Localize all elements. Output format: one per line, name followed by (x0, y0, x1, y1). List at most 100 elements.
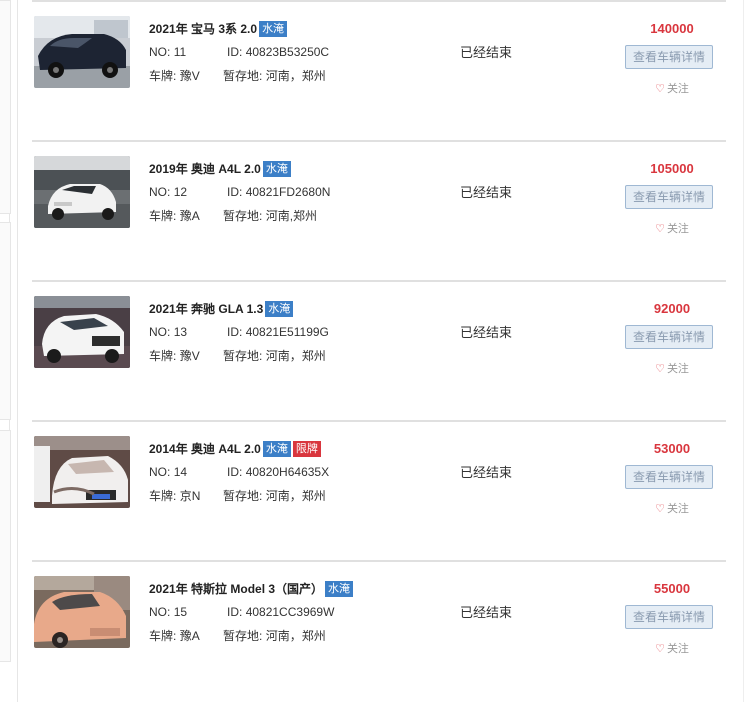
car-id: 40820H64635X (245, 465, 330, 479)
auction-status: 已经结束 (460, 45, 513, 60)
car-id: 40821E51199G (245, 325, 329, 339)
car-location-row: 车牌: 豫A 暂存地: 河南，郑州 (149, 628, 353, 644)
storage-label: 暂存地: (223, 629, 263, 643)
car-listing-item: 2021年 特斯拉 Model 3（国产） 水淹 NO: 15 ID: 40821C… (32, 560, 726, 700)
no-label: NO: (149, 45, 171, 59)
car-id: 40821CC3969W (245, 605, 335, 619)
view-details-button[interactable]: 查看车辆详情 (625, 325, 713, 349)
plate-value: 豫A (179, 209, 200, 223)
car-listing-item: 2021年 宝马 3系 2.0 水淹 NO: 11 ID: 40823B53250C… (32, 0, 726, 140)
view-details-button[interactable]: 查看车辆详情 (625, 465, 713, 489)
storage-location: 河南，郑州 (265, 349, 326, 363)
car-title[interactable]: 2014年 奥迪 A4L 2.0 水淹 限牌 (149, 440, 329, 458)
follow-button[interactable]: ♡ 关注 (627, 80, 717, 96)
car-location-row: 车牌: 京N 暂存地: 河南，郑州 (149, 488, 329, 504)
car-title[interactable]: 2021年 宝马 3系 2.0 水淹 (149, 20, 329, 38)
flood-damage-tag: 水淹 (259, 21, 288, 37)
car-info: 2021年 奔驰 GLA 1.3 水淹 NO: 13 ID: 40821E51199… (149, 300, 329, 364)
storage-label: 暂存地: (223, 349, 263, 363)
follow-button[interactable]: ♡ 关注 (627, 220, 717, 236)
car-title[interactable]: 2019年 奥迪 A4L 2.0 水淹 (149, 160, 330, 178)
view-details-button[interactable]: 查看车辆详情 (625, 605, 713, 629)
storage-label: 暂存地: (223, 209, 263, 223)
heart-outline-icon: ♡ (655, 223, 665, 235)
no-label: NO: (149, 605, 171, 619)
lot-number: 13 (173, 325, 188, 339)
no-label: NO: (149, 325, 171, 339)
follow-label: 关注 (666, 643, 689, 655)
car-price: 55000 (653, 581, 691, 596)
flood-damage-tag: 水淹 (262, 441, 291, 457)
car-title-text[interactable]: 2021年 宝马 3系 2.0 (149, 22, 257, 36)
follow-label: 关注 (666, 363, 689, 375)
lot-number: 14 (173, 465, 188, 479)
car-title-text[interactable]: 2021年 奔驰 GLA 1.3 (149, 302, 263, 316)
storage-location: 河南,郑州 (265, 209, 318, 223)
car-title[interactable]: 2021年 奔驰 GLA 1.3 水淹 (149, 300, 329, 318)
flood-damage-tag: 水淹 (262, 161, 291, 177)
car-photo[interactable] (34, 296, 130, 368)
car-price: 105000 (650, 161, 694, 176)
follow-label: 关注 (666, 83, 689, 95)
storage-label: 暂存地: (223, 69, 263, 83)
follow-button[interactable]: ♡ 关注 (627, 500, 717, 516)
car-photo[interactable] (34, 436, 130, 508)
car-title-text[interactable]: 2019年 奥迪 A4L 2.0 (149, 162, 261, 176)
frame-divider-right (743, 0, 744, 702)
lot-number: 12 (173, 185, 188, 199)
heart-outline-icon: ♡ (655, 503, 665, 515)
id-label: ID: (227, 465, 243, 479)
lot-number: 11 (173, 45, 187, 59)
auction-status: 已经结束 (460, 605, 513, 620)
id-label: ID: (227, 605, 243, 619)
car-title-text[interactable]: 2014年 奥迪 A4L 2.0 (149, 442, 261, 456)
view-details-button[interactable]: 查看车辆详情 (625, 185, 713, 209)
id-label: ID: (227, 185, 243, 199)
follow-label: 关注 (666, 503, 689, 515)
follow-button[interactable]: ♡ 关注 (627, 640, 717, 656)
plate-label: 车牌: (149, 489, 177, 503)
plate-label: 车牌: (149, 209, 177, 223)
view-details-button[interactable]: 查看车辆详情 (625, 45, 713, 69)
auction-status: 已经结束 (460, 465, 513, 480)
car-price: 140000 (650, 21, 694, 36)
auction-car-list: 2021年 宝马 3系 2.0 水淹 NO: 11 ID: 40823B53250C… (32, 0, 726, 700)
car-ids: NO: 13 ID: 40821E51199G (149, 324, 329, 340)
flood-damage-tag: 水淹 (325, 581, 354, 597)
car-ids: NO: 11 ID: 40823B53250C (149, 44, 329, 60)
car-photo[interactable] (34, 576, 130, 648)
plate-value: 豫V (179, 349, 200, 363)
plate-value: 豫A (179, 629, 200, 643)
storage-location: 河南，郑州 (265, 489, 326, 503)
storage-label: 暂存地: (223, 489, 263, 503)
car-id: 40821FD2680N (245, 185, 331, 199)
heart-outline-icon: ♡ (655, 83, 665, 95)
car-info: 2021年 特斯拉 Model 3（国产） 水淹 NO: 15 ID: 40821C… (149, 580, 354, 644)
car-ids: NO: 12 ID: 40821FD2680N (149, 184, 330, 200)
car-title[interactable]: 2021年 特斯拉 Model 3（国产） 水淹 (149, 580, 354, 598)
car-title-text[interactable]: 2021年 特斯拉 Model 3（国产） (149, 582, 323, 596)
plate-label: 车牌: (149, 629, 177, 643)
plate-value: 豫V (179, 69, 200, 83)
plate-value: 京N (179, 489, 201, 503)
frame-divider-inner (17, 0, 18, 702)
car-listing-item: 2019年 奥迪 A4L 2.0 水淹 NO: 12 ID: 40821FD2680… (32, 140, 726, 280)
heart-outline-icon: ♡ (655, 643, 665, 655)
side-panel-edge (0, 222, 11, 420)
car-photo[interactable] (34, 156, 130, 228)
car-photo[interactable] (34, 16, 130, 88)
car-ids: NO: 15 ID: 40821CC3969W (149, 604, 353, 620)
restricted-plate-tag: 限牌 (292, 441, 321, 457)
lot-number: 15 (173, 605, 188, 619)
follow-button[interactable]: ♡ 关注 (627, 360, 717, 376)
storage-location: 河南，郑州 (265, 629, 326, 643)
car-ids: NO: 14 ID: 40820H64635X (149, 464, 329, 480)
car-location-row: 车牌: 豫V 暂存地: 河南，郑州 (149, 68, 329, 84)
car-info: 2014年 奥迪 A4L 2.0 水淹 限牌 NO: 14 ID: 40820H646… (149, 440, 329, 504)
side-panel-edge (0, 430, 11, 662)
plate-label: 车牌: (149, 349, 177, 363)
car-listing-item: 2014年 奥迪 A4L 2.0 水淹 限牌 NO: 14 ID: 40820H646… (32, 420, 726, 560)
id-label: ID: (227, 325, 243, 339)
heart-outline-icon: ♡ (655, 363, 665, 375)
car-info: 2019年 奥迪 A4L 2.0 水淹 NO: 12 ID: 40821FD2680… (149, 160, 330, 224)
